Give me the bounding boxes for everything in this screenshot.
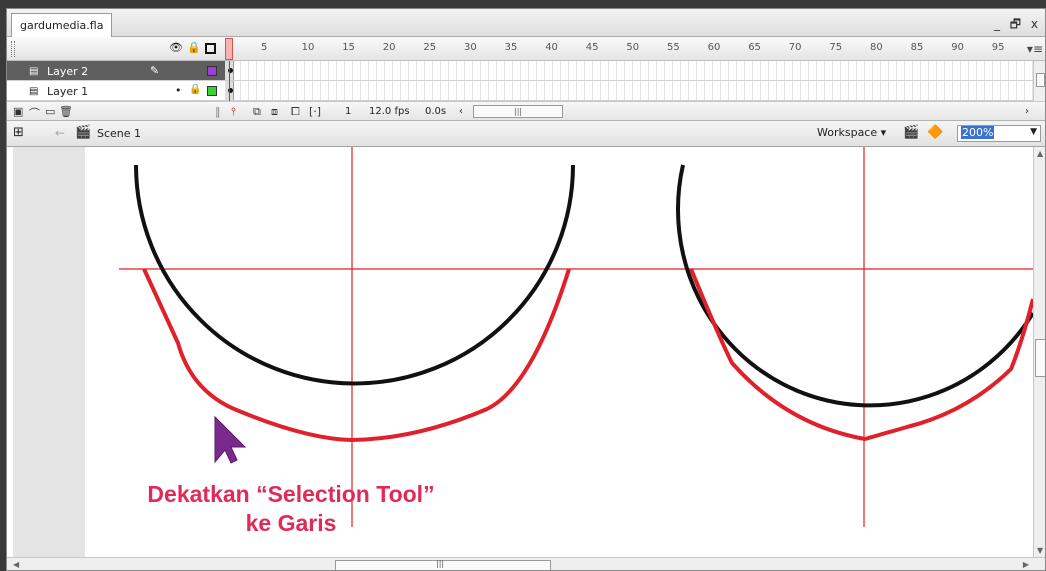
- elapsed-time: 0.0s: [425, 106, 447, 117]
- scroll-right-icon[interactable]: ›: [1025, 106, 1029, 117]
- grip-icon: |||: [436, 559, 445, 568]
- layer-frames[interactable]: [225, 61, 1033, 80]
- layer-color-box[interactable]: [207, 66, 217, 76]
- current-frame: 1: [345, 106, 352, 117]
- chevron-down-icon[interactable]: ▼: [1030, 127, 1037, 137]
- onion-markers-icon[interactable]: [·]: [309, 105, 321, 118]
- frame-number: 25: [423, 42, 437, 53]
- frame-number: 70: [788, 42, 802, 53]
- timeline-header: 👁 🔒 5 10 15 20 25 30 35 40 45 50 55 60 65 70 75 80 85 90 9…: [7, 37, 1045, 61]
- timeline-status-bar: ▣ ⌒ ▭ 🗑 ‖ ⫯ ⧉ ⧈ ⧠ [·] 1 12.0 fps 0.0s ‹ …: [7, 101, 1045, 121]
- frame-number: 35: [504, 42, 518, 53]
- scene-label[interactable]: Scene 1: [97, 127, 141, 140]
- edit-bar: ⊞ ← 🎬 Scene 1 Workspace ▾ 🎬 🔶 200% ▼: [7, 121, 1045, 147]
- eye-icon[interactable]: 👁: [169, 42, 183, 54]
- stage-vertical-scrollbar[interactable]: ▲ ▼: [1033, 147, 1045, 557]
- frame-number: 85: [910, 42, 924, 53]
- layer-color-box[interactable]: [207, 86, 217, 96]
- panel-grip[interactable]: [11, 41, 15, 57]
- grip-icon: |||: [514, 107, 523, 116]
- timeline-horizontal-scroll-thumb[interactable]: |||: [473, 105, 563, 118]
- layer-row-layer-1[interactable]: ▤ Layer 1 • 🔒: [7, 81, 1045, 101]
- scroll-left-icon[interactable]: ‹: [459, 106, 463, 117]
- pencil-icon: ✎: [150, 64, 160, 77]
- frame-number: 5: [261, 42, 268, 53]
- layer-frames[interactable]: [225, 81, 1033, 100]
- window-controls: _ 🗗 x: [994, 15, 1041, 36]
- frame-number: 45: [585, 42, 599, 53]
- scroll-thumb[interactable]: [1035, 339, 1045, 377]
- lock-icon[interactable]: 🔒: [189, 84, 201, 95]
- frame-number: 55: [667, 42, 680, 53]
- layer-icon: ▤: [29, 66, 39, 77]
- trash-icon[interactable]: 🗑: [59, 105, 73, 118]
- restore-icon[interactable]: 🗗: [1010, 17, 1024, 31]
- frame-number: 60: [707, 42, 721, 53]
- scroll-right-icon[interactable]: ▶: [1023, 560, 1029, 569]
- caption-line-1: Dekatkan “Selection Tool”: [147, 481, 435, 507]
- edit-multiple-icon[interactable]: ⧠: [291, 105, 300, 119]
- scroll-thumb[interactable]: |||: [335, 559, 551, 570]
- scroll-up-icon[interactable]: ▲: [1037, 149, 1043, 158]
- caption-line-2: ke Garis: [245, 510, 337, 536]
- stage-view-icon[interactable]: ⊞: [13, 125, 24, 140]
- frame-rate[interactable]: 12.0 fps: [369, 106, 410, 117]
- workspace-button[interactable]: Workspace ▾: [817, 126, 886, 139]
- motion-guide-icon[interactable]: ⌒: [29, 105, 40, 121]
- layer-name[interactable]: Layer 1: [47, 85, 88, 98]
- scroll-thumb[interactable]: [1036, 73, 1045, 87]
- frame-number: 15: [342, 42, 355, 53]
- scroll-left-icon[interactable]: ◀: [13, 560, 19, 569]
- frame-number: 20: [382, 42, 396, 53]
- edit-scene-icon[interactable]: 🎬: [903, 125, 919, 140]
- frame-number: 65: [748, 42, 761, 53]
- frame-number: 90: [951, 42, 964, 53]
- layer-name[interactable]: Layer 2: [47, 65, 88, 78]
- flash-document-window: gardumedia.fla _ 🗗 x 👁 🔒 5 10 15 20 25 30 35 40…: [6, 8, 1046, 571]
- stage-horizontal-scrollbar[interactable]: ◀ ||| ▶: [7, 557, 1045, 570]
- frame-ruler[interactable]: 5 10 15 20 25 30 35 40 45 50 55 60 65 70 75 80 85 90 95: [225, 37, 1045, 61]
- outline-icon[interactable]: [205, 43, 216, 54]
- minimize-icon[interactable]: _: [994, 17, 1003, 31]
- document-tab-bar: gardumedia.fla _ 🗗 x: [7, 9, 1045, 37]
- frame-number: 95: [991, 42, 1005, 53]
- zoom-value: 200%: [961, 126, 995, 139]
- center-frame-icon[interactable]: ⫯: [231, 105, 236, 119]
- instruction-caption: Dekatkan “Selection Tool” ke Garis: [101, 480, 481, 538]
- frame-number: 75: [829, 42, 843, 53]
- divider-icon: ‖: [215, 105, 221, 118]
- playhead-line: [229, 61, 230, 103]
- layer-row-layer-2[interactable]: ▤ Layer 2 ✎: [7, 61, 1045, 81]
- frame-number: 80: [870, 42, 883, 53]
- onion-skin-icon[interactable]: ⧉: [253, 105, 261, 119]
- frame-number: 10: [301, 42, 315, 53]
- stage-area: Dekatkan “Selection Tool” ke Garis ▲ ▼ ◀…: [7, 147, 1045, 570]
- timeline-menu-icon[interactable]: ▾≡: [1027, 42, 1043, 56]
- lock-icon[interactable]: 🔒: [187, 42, 201, 54]
- folder-icon[interactable]: ▭: [45, 105, 55, 118]
- frame-number: 40: [545, 42, 558, 53]
- layer-icon: ▤: [29, 86, 39, 97]
- scroll-down-icon[interactable]: ▼: [1037, 546, 1043, 555]
- onion-outline-icon[interactable]: ⧈: [271, 105, 278, 119]
- clapper-icon: 🎬: [75, 125, 92, 140]
- visibility-dot[interactable]: •: [175, 84, 182, 97]
- frame-number: 30: [464, 42, 477, 53]
- frame-number: 50: [626, 42, 640, 53]
- zoom-select[interactable]: 200% ▼: [957, 125, 1041, 142]
- timeline-panel: 👁 🔒 5 10 15 20 25 30 35 40 45 50 55 60 65 70 75 80 85 90 9…: [7, 37, 1045, 121]
- document-tab[interactable]: gardumedia.fla: [11, 13, 113, 37]
- back-arrow-icon[interactable]: ←: [55, 126, 65, 140]
- new-layer-icon[interactable]: ▣: [13, 105, 23, 118]
- edit-symbol-icon[interactable]: 🔶: [927, 125, 943, 140]
- close-icon[interactable]: x: [1031, 17, 1041, 31]
